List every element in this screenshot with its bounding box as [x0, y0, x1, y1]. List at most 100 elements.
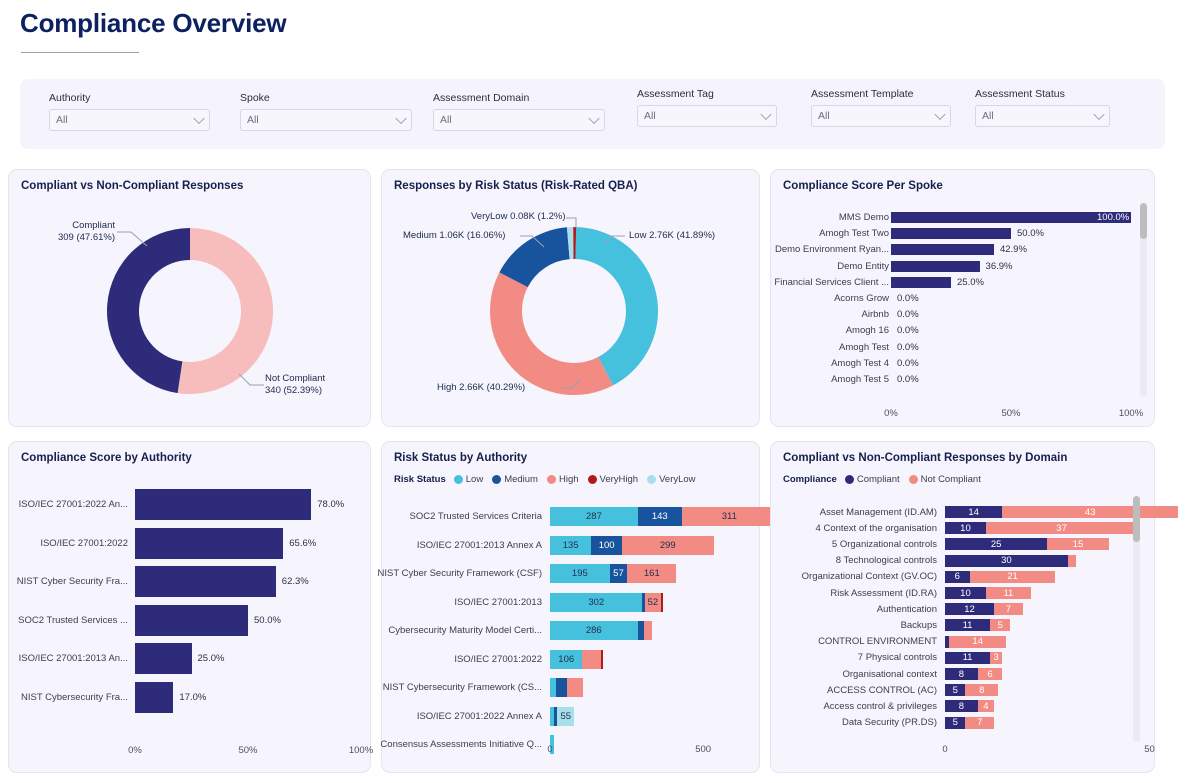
- stacked-segment-low[interactable]: 286: [550, 621, 638, 640]
- stacked-segment-not-compliant[interactable]: 11: [985, 587, 1031, 599]
- stacked-segment-not-compliant[interactable]: 8: [965, 684, 999, 697]
- spoke-bar-chart[interactable]: MMS Demo 100.0% Amogh Test Two 50.0% Demo En…: [771, 170, 1154, 426]
- filter-select[interactable]: All: [433, 109, 605, 131]
- stacked-segment-low[interactable]: 135: [550, 535, 592, 555]
- stacked-segment-high[interactable]: [582, 649, 602, 669]
- stacked-segment-low[interactable]: 106: [550, 649, 583, 669]
- scrollbar-track[interactable]: [1133, 496, 1140, 742]
- stacked-segment-medium[interactable]: [555, 678, 568, 697]
- bar-value-label: 42.9%: [999, 244, 1027, 256]
- stacked-segment-not-compliant[interactable]: 21: [969, 570, 1056, 583]
- bar-value-label: 0.0%: [897, 357, 919, 369]
- stacked-segment-compliant[interactable]: 25: [945, 538, 1048, 551]
- bar[interactable]: [135, 643, 192, 674]
- bar-value-label: 25.0%: [957, 276, 984, 288]
- stacked-segment-verylow[interactable]: 55: [557, 706, 575, 726]
- bar[interactable]: [135, 527, 284, 559]
- filter-select[interactable]: All: [811, 105, 951, 127]
- bar-category-label: Amogh Test 5: [831, 374, 889, 385]
- bar-value-label: 0.0%: [897, 309, 919, 321]
- filter-label: Spoke: [240, 92, 270, 104]
- stacked-segment-compliant[interactable]: 12: [945, 603, 995, 616]
- stacked-segment-compliant[interactable]: 30: [945, 554, 1068, 567]
- risk-status-donut-chart[interactable]: VeryLow 0.08K (1.2%) Medium 1.06K (16.06…: [382, 170, 761, 428]
- stacked-segment-compliant[interactable]: 6: [945, 570, 970, 583]
- donut-label-low: Low 2.76K (41.89%): [629, 230, 716, 241]
- risk-status-by-authority-chart[interactable]: SOC2 Trusted Services Criteria 287 143 311 I…: [377, 442, 777, 772]
- bar[interactable]: [135, 604, 248, 636]
- filter-select[interactable]: All: [240, 109, 412, 131]
- bar[interactable]: [891, 212, 1131, 223]
- bar-category-label: Organisational context: [842, 668, 937, 680]
- bar-category-label: Asset Management (ID.AM): [819, 506, 937, 518]
- stacked-segment-high[interactable]: [567, 678, 584, 697]
- stacked-segment-not-compliant[interactable]: 4: [977, 700, 995, 713]
- stacked-segment-high[interactable]: 311: [681, 507, 777, 526]
- title-divider: [21, 52, 139, 53]
- stacked-segment-compliant[interactable]: 8: [945, 700, 978, 713]
- bar-value-label: 0.0%: [897, 374, 919, 385]
- compliance-donut-chart[interactable]: Compliant 309 (47.61%) Not Compliant 340…: [9, 170, 372, 428]
- stacked-segment-not-compliant[interactable]: 14: [949, 635, 1007, 648]
- bar[interactable]: [891, 276, 951, 288]
- stacked-segment-not-compliant[interactable]: [1067, 554, 1076, 567]
- panel-compliance-score-per-spoke: Compliance Score Per Spoke MMS Demo 100.0…: [770, 169, 1155, 427]
- x-axis-tick: 50%: [1001, 408, 1021, 419]
- bar[interactable]: [891, 260, 980, 272]
- stacked-segment-compliant[interactable]: 10: [945, 522, 986, 535]
- bar[interactable]: [891, 244, 994, 256]
- scrollbar-track[interactable]: [1140, 203, 1147, 397]
- stacked-segment-high[interactable]: 52: [644, 592, 661, 612]
- scrollbar-thumb[interactable]: [1140, 203, 1147, 239]
- filter-select[interactable]: All: [49, 109, 210, 131]
- domain-bar-chart[interactable]: Asset Management (ID.AM) 14 43 4 Context of…: [771, 442, 1179, 772]
- donut-label-not-compliant: Not Compliant 340 (52.39%): [265, 373, 325, 397]
- stacked-segment-not-compliant[interactable]: 5: [990, 619, 1011, 632]
- stacked-segment-low[interactable]: 287: [550, 507, 638, 526]
- filter-select[interactable]: All: [637, 105, 777, 127]
- stacked-segment-compliant[interactable]: 5: [945, 716, 966, 729]
- stacked-segment-low[interactable]: 195: [550, 564, 610, 583]
- stacked-segment-veryhigh[interactable]: [660, 592, 663, 612]
- bar-category-label: 5 Organizational controls: [831, 538, 937, 550]
- stacked-segment-compliant[interactable]: 8: [945, 668, 978, 680]
- stacked-segment-not-compliant[interactable]: 43: [1002, 506, 1179, 518]
- bar-category-label: Amogh Test Two: [819, 228, 889, 240]
- stacked-segment-not-compliant[interactable]: 3: [990, 651, 1003, 664]
- stacked-segment-not-compliant[interactable]: 7: [965, 716, 995, 729]
- panel-risk-status-by-authority: Risk Status by Authority Risk Status Low…: [377, 441, 777, 773]
- stacked-segment-compliant[interactable]: 11: [945, 651, 990, 664]
- stacked-segment-high[interactable]: 299: [621, 535, 714, 555]
- scrollbar-thumb[interactable]: [1133, 496, 1140, 542]
- stacked-segment-high[interactable]: 161: [627, 564, 677, 583]
- panel-compliant-vs-non-compliant: Compliant vs Non-Compliant Responses Com…: [8, 169, 371, 427]
- bar[interactable]: [135, 489, 312, 520]
- filter-value: All: [440, 114, 452, 126]
- filter-label: Assessment Status: [975, 88, 1065, 100]
- stacked-segment-medium[interactable]: 57: [609, 564, 628, 583]
- bar-category-label: 4 Context of the organisation: [815, 522, 937, 534]
- stacked-segment-medium[interactable]: [637, 621, 645, 640]
- authority-bar-chart[interactable]: ISO/IEC 27001:2022 An... 78.0% ISO/IEC 270…: [9, 442, 373, 772]
- stacked-segment-low[interactable]: 302: [550, 592, 643, 612]
- bar[interactable]: [891, 228, 1011, 240]
- stacked-segment-not-compliant[interactable]: 6: [977, 668, 1003, 680]
- bar-value-label: 0.0%: [897, 341, 919, 353]
- stacked-segment-not-compliant[interactable]: 37: [985, 522, 1138, 535]
- stacked-segment-medium[interactable]: 100: [591, 535, 622, 555]
- stacked-segment-compliant[interactable]: 10: [945, 587, 986, 599]
- bar-category-label: Amogh 16: [845, 325, 889, 337]
- bar[interactable]: [135, 681, 174, 713]
- bar-value-label: 17.0%: [179, 691, 207, 703]
- filter-select[interactable]: All: [975, 105, 1110, 127]
- stacked-segment-compliant[interactable]: 11: [945, 619, 990, 632]
- stacked-segment-not-compliant[interactable]: 7: [994, 603, 1023, 616]
- bar-category-label: Consensus Assessments Initiative Q...: [380, 739, 542, 750]
- stacked-segment-veryhigh[interactable]: [601, 649, 603, 669]
- stacked-segment-not-compliant[interactable]: 15: [1047, 538, 1109, 551]
- bar[interactable]: [135, 566, 276, 597]
- stacked-segment-compliant[interactable]: 14: [945, 506, 1003, 518]
- stacked-segment-compliant[interactable]: 5: [945, 684, 966, 697]
- stacked-segment-high[interactable]: [644, 621, 652, 640]
- stacked-segment-medium[interactable]: 143: [637, 507, 682, 526]
